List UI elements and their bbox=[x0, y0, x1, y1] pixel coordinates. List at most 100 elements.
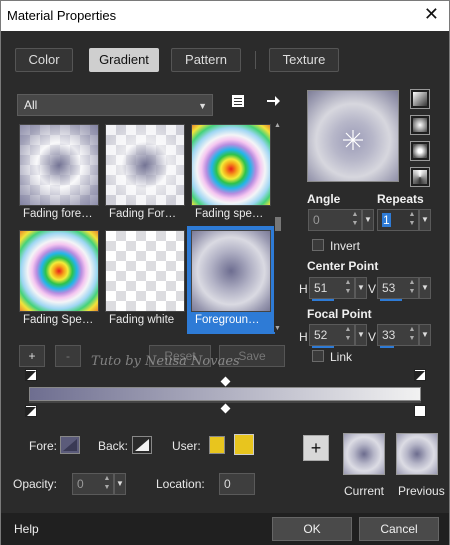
center-h-stepper[interactable]: ▲ ▼ bbox=[343, 278, 353, 298]
preset-thumbnail-selected[interactable]: Foregroun… bbox=[187, 226, 275, 334]
opacity-stepper[interactable]: ▲ ▼ bbox=[102, 474, 112, 494]
arrow-right-icon[interactable] bbox=[265, 93, 281, 112]
center-point-label: Center Point bbox=[307, 259, 379, 273]
scrollbar-thumb[interactable] bbox=[275, 217, 281, 231]
gradient-bar[interactable] bbox=[29, 387, 421, 401]
angle-value: 0 bbox=[313, 213, 320, 227]
focal-v-dropdown[interactable]: ▼ bbox=[419, 324, 431, 346]
repeats-input[interactable]: 1 ▲ ▼ bbox=[377, 209, 419, 231]
angle-stepper[interactable]: ▲ ▼ bbox=[350, 210, 360, 230]
angle-input[interactable]: 0 ▲ ▼ bbox=[308, 209, 362, 231]
scroll-down-icon[interactable]: ▼ bbox=[274, 325, 281, 332]
repeats-stepper[interactable]: ▲ ▼ bbox=[407, 210, 417, 230]
bottom-right-stop-marker[interactable] bbox=[414, 405, 426, 417]
sunburst-style-button[interactable] bbox=[410, 141, 430, 161]
preset-image bbox=[19, 230, 99, 312]
radial-style-button[interactable] bbox=[410, 167, 430, 187]
preset-thumbnail[interactable]: Fading white bbox=[105, 230, 185, 330]
angle-dropdown[interactable]: ▼ bbox=[362, 209, 374, 231]
tab-color[interactable]: Color bbox=[15, 48, 73, 72]
preset-thumbnail[interactable]: Fading For… bbox=[105, 124, 185, 224]
opacity-dropdown[interactable]: ▼ bbox=[114, 473, 126, 495]
scroll-up-icon[interactable]: ▲ bbox=[274, 122, 281, 129]
cancel-button[interactable]: Cancel bbox=[359, 517, 439, 541]
preset-thumbnail[interactable]: Fading Spe… bbox=[19, 230, 99, 330]
back-swatch[interactable] bbox=[132, 436, 152, 454]
center-v-stepper[interactable]: ▲ ▼ bbox=[407, 278, 417, 298]
center-h-label: H bbox=[299, 282, 308, 296]
focal-v-bar bbox=[380, 346, 394, 348]
top-left-stop-marker[interactable] bbox=[25, 369, 37, 381]
opacity-label: Opacity: bbox=[13, 477, 58, 491]
center-v-bar bbox=[380, 299, 402, 301]
center-v-dropdown[interactable]: ▼ bbox=[419, 277, 431, 299]
repeats-value: 1 bbox=[382, 213, 391, 227]
preset-scrollbar[interactable]: ▲ ▼ bbox=[274, 122, 282, 332]
window-title: Material Properties bbox=[7, 8, 117, 23]
focal-h-stepper[interactable]: ▲ ▼ bbox=[343, 325, 353, 345]
preset-label: Foregroun… bbox=[195, 314, 260, 326]
preset-grid: Fading fore… Fading For… Fading spe… Fad… bbox=[17, 122, 275, 334]
top-midpoint-marker[interactable] bbox=[220, 376, 231, 387]
tab-divider bbox=[255, 51, 256, 69]
preset-image bbox=[191, 124, 271, 206]
previous-material-swatch[interactable] bbox=[396, 433, 438, 475]
preset-image bbox=[19, 124, 99, 206]
center-h-bar bbox=[312, 299, 334, 301]
preset-label: Fading For… bbox=[109, 208, 177, 220]
preset-image bbox=[191, 230, 271, 312]
tab-gradient[interactable]: Gradient bbox=[89, 48, 159, 72]
preset-image bbox=[105, 230, 185, 312]
remove-stop-button[interactable]: - bbox=[55, 345, 81, 367]
watermark: Tuto by Neusa Novaes bbox=[91, 354, 240, 369]
link-checkbox[interactable] bbox=[312, 350, 324, 362]
focal-v-input[interactable]: 33 ▲ ▼ bbox=[377, 324, 419, 348]
add-swatch-button[interactable]: + bbox=[303, 435, 329, 461]
gradient-preview[interactable] bbox=[307, 90, 399, 182]
rectangular-style-button[interactable] bbox=[410, 115, 430, 135]
category-select[interactable]: All ▼ bbox=[17, 94, 213, 116]
user-color-picker[interactable] bbox=[234, 434, 254, 455]
ok-button[interactable]: OK bbox=[272, 517, 352, 541]
current-material-swatch[interactable] bbox=[343, 433, 385, 475]
chevron-down-icon: ▼ bbox=[198, 101, 207, 111]
preset-thumbnail[interactable]: Fading spe… bbox=[191, 124, 271, 224]
link-label: Link bbox=[330, 350, 353, 364]
location-label: Location: bbox=[156, 477, 205, 491]
resource-manager-icon[interactable] bbox=[230, 93, 246, 112]
top-right-stop-marker[interactable] bbox=[414, 369, 426, 381]
user-label: User: bbox=[172, 439, 201, 453]
location-input[interactable]: 0 bbox=[219, 473, 255, 495]
bottom-left-stop-marker[interactable] bbox=[25, 405, 37, 417]
center-v-input[interactable]: 53 ▲ ▼ bbox=[377, 277, 419, 301]
repeats-dropdown[interactable]: ▼ bbox=[419, 209, 431, 231]
focal-h-value: 52 bbox=[314, 328, 328, 342]
center-v-label: V bbox=[368, 282, 377, 296]
add-stop-button[interactable]: + bbox=[19, 345, 45, 367]
tab-texture[interactable]: Texture bbox=[269, 48, 339, 72]
center-h-dropdown[interactable]: ▼ bbox=[355, 277, 367, 299]
focal-h-label: H bbox=[299, 330, 308, 344]
user-swatch[interactable] bbox=[209, 436, 225, 454]
back-label: Back: bbox=[98, 439, 129, 453]
help-link[interactable]: Help bbox=[14, 522, 39, 536]
preset-label: Fading spe… bbox=[195, 208, 264, 220]
focal-h-input[interactable]: 52 ▲ ▼ bbox=[309, 324, 355, 348]
center-h-input[interactable]: 51 ▲ ▼ bbox=[309, 277, 355, 301]
linear-style-button[interactable] bbox=[410, 89, 430, 109]
opacity-input[interactable]: 0 ▲ ▼ bbox=[72, 473, 114, 495]
preset-thumbnail[interactable]: Fading fore… bbox=[19, 124, 99, 224]
focal-h-dropdown[interactable]: ▼ bbox=[355, 324, 367, 346]
preset-label: Fading fore… bbox=[23, 208, 93, 220]
angle-label: Angle bbox=[307, 192, 341, 206]
focal-v-label: V bbox=[368, 330, 377, 344]
focal-v-stepper[interactable]: ▲ ▼ bbox=[407, 325, 417, 345]
bottom-midpoint-marker[interactable] bbox=[220, 403, 231, 414]
focal-h-bar bbox=[312, 346, 334, 348]
previous-label: Previous bbox=[398, 484, 445, 498]
invert-checkbox[interactable] bbox=[312, 239, 324, 251]
category-select-value: All bbox=[24, 98, 38, 112]
tab-pattern[interactable]: Pattern bbox=[171, 48, 241, 72]
close-icon[interactable]: ✕ bbox=[424, 4, 439, 25]
fore-swatch[interactable] bbox=[60, 436, 80, 454]
